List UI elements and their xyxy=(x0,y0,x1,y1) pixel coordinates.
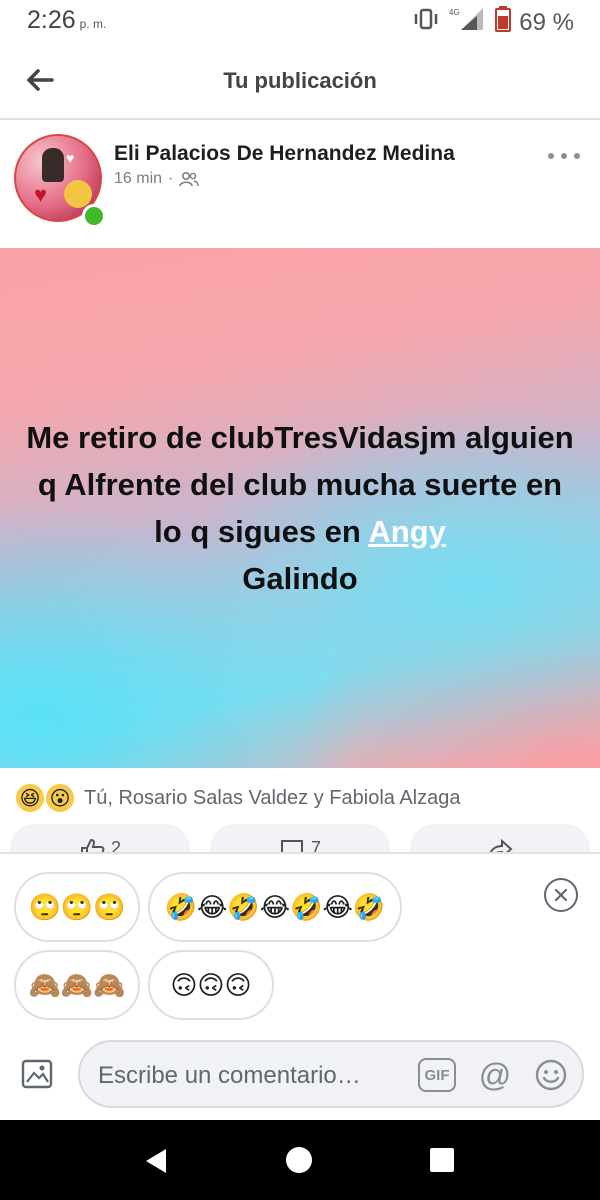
post-text-main: Me retiro de clubTresVidasjm alguien q A… xyxy=(26,420,574,549)
nav-home-icon[interactable] xyxy=(286,1147,312,1173)
emoji-suggestion-chip[interactable]: 🙄🙄🙄 xyxy=(14,872,140,942)
share-icon xyxy=(489,838,513,852)
status-bar: 2:26 p. m. 4G 69 % xyxy=(0,0,600,44)
status-time: 2:26 p. m. xyxy=(27,6,106,35)
emoji-suggestion-chip[interactable]: 🙈🙈🙈 xyxy=(14,950,140,1020)
friends-icon xyxy=(179,171,200,187)
reactions-summary[interactable]: 😆 😮 Tú, Rosario Salas Valdez y Fabiola A… xyxy=(14,780,461,816)
photo-icon xyxy=(21,1059,53,1089)
post-actions: 2 7 xyxy=(0,824,600,852)
author-avatar[interactable]: ♥ ♥ xyxy=(14,134,106,228)
battery-icon xyxy=(495,6,512,39)
android-nav-bar xyxy=(0,1120,600,1200)
wow-reaction-icon: 😮 xyxy=(44,782,76,814)
like-button[interactable]: 2 xyxy=(10,824,190,852)
status-icons: 4G 69 % xyxy=(413,6,574,39)
author-name[interactable]: Eli Palacios De Hernandez Medina xyxy=(114,142,455,166)
more-options-button[interactable] xyxy=(548,146,580,166)
like-count: 2 xyxy=(110,838,121,852)
post-body: Me retiro de clubTresVidasjm alguien q A… xyxy=(0,248,600,768)
comment-button[interactable]: 7 xyxy=(210,824,390,852)
meta-separator: · xyxy=(168,170,174,187)
heart-small-icon: ♥ xyxy=(66,150,75,166)
comment-placeholder: Escribe un comentario… xyxy=(98,1062,361,1089)
dot-icon xyxy=(574,153,580,159)
network-type: 4G xyxy=(449,8,460,17)
app-header: Tu publicación xyxy=(0,44,600,120)
post-header: ♥ ♥ Eli Palacios De Hernandez Medina 16 … xyxy=(0,122,600,248)
post-meta: 16 min · xyxy=(114,170,200,188)
post-text: Me retiro de clubTresVidasjm alguien q A… xyxy=(20,414,580,602)
comment-count: 7 xyxy=(310,838,321,852)
comment-composer: Escribe un comentario… GIF @ xyxy=(0,1038,600,1120)
vibrate-icon xyxy=(413,8,439,37)
smiley-icon xyxy=(535,1059,567,1091)
laugh-reaction-icon: 😆 xyxy=(14,782,46,814)
mention-button[interactable]: @ xyxy=(476,1056,514,1094)
heart-icon: ♥ xyxy=(34,182,48,207)
comment-input[interactable]: Escribe un comentario… GIF @ xyxy=(78,1040,584,1108)
emoji-button[interactable] xyxy=(532,1056,570,1094)
mention-link[interactable]: Angy xyxy=(368,514,446,549)
gif-button[interactable]: GIF xyxy=(418,1058,456,1092)
close-suggestions-button[interactable] xyxy=(544,878,578,912)
comment-icon xyxy=(280,840,303,852)
dot-icon xyxy=(548,153,554,159)
signal-icon: 4G xyxy=(447,6,487,39)
post-time[interactable]: 16 min xyxy=(114,170,162,188)
emoji-face-icon xyxy=(64,180,92,208)
status-clock: 2:26 xyxy=(27,6,76,34)
emoji-suggestions-tray: 🙄🙄🙄 🤣😂🤣😂🤣😂🤣 🙈🙈🙈 🙃🙃🙃 xyxy=(0,852,600,1038)
reaction-names: Tú, Rosario Salas Valdez y Fabiola Alzag… xyxy=(84,786,461,809)
post-text-end: Galindo xyxy=(242,561,358,596)
nav-back-icon[interactable] xyxy=(144,1148,168,1174)
emoji-suggestion-chip[interactable]: 🤣😂🤣😂🤣😂🤣 xyxy=(148,872,402,942)
avatar-figure xyxy=(42,148,64,182)
page-title: Tu publicación xyxy=(223,68,377,93)
thumbs-up-icon xyxy=(80,838,105,852)
emoji-suggestion-chip[interactable]: 🙃🙃🙃 xyxy=(148,950,274,1020)
dot-icon xyxy=(561,153,567,159)
battery-percent: 69 % xyxy=(519,8,574,36)
photo-button[interactable] xyxy=(18,1054,58,1094)
close-icon xyxy=(554,888,568,902)
status-ampm: p. m. xyxy=(79,17,107,31)
share-button[interactable] xyxy=(410,824,590,852)
online-status-dot xyxy=(82,204,106,228)
nav-recents-icon[interactable] xyxy=(430,1148,454,1172)
